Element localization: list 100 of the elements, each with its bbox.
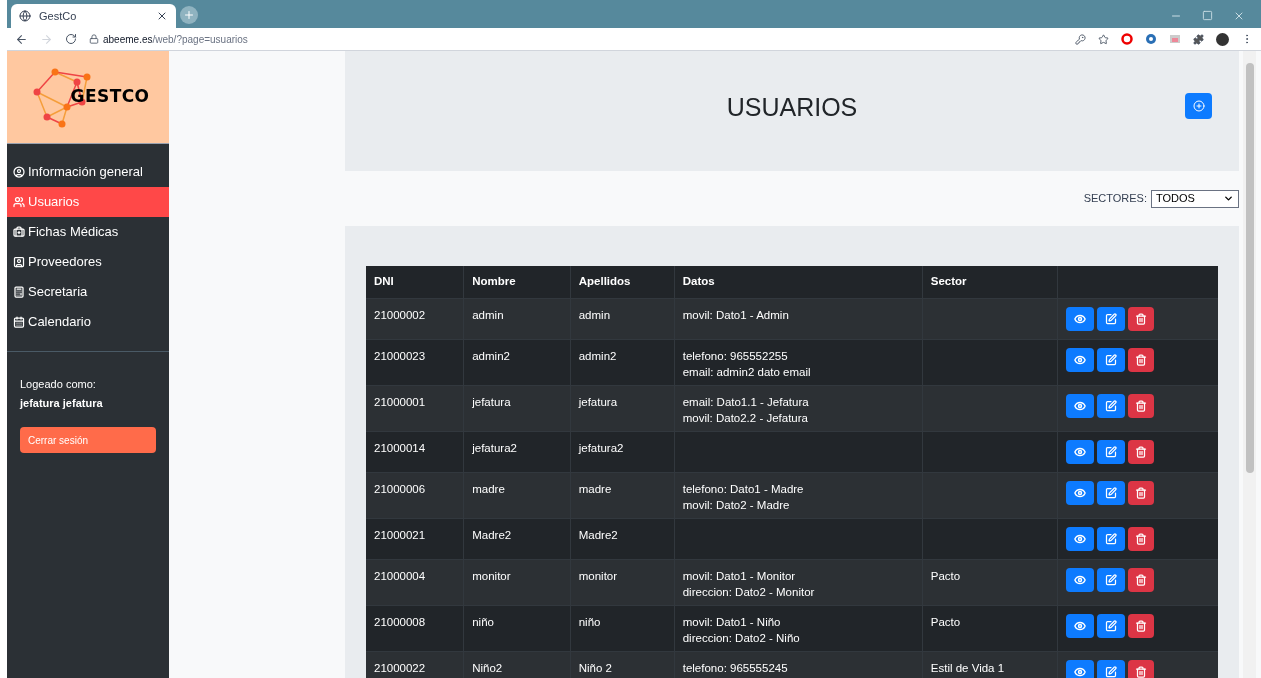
edit-icon [1105, 445, 1118, 458]
data-line: direccion: Dato2 - Monitor [682, 584, 816, 600]
sector-select[interactable]: TODOS [1151, 189, 1239, 208]
edit-icon [1105, 619, 1118, 632]
table-cell: jefatura [578, 395, 618, 408]
filter-label: SECTORES: [1083, 191, 1147, 207]
star-icon[interactable] [1098, 33, 1109, 45]
edit-icon [1105, 573, 1118, 586]
edit-button[interactable] [1097, 567, 1126, 592]
table-cell: 21000008 [374, 615, 426, 628]
table-cell: admin2 [578, 349, 617, 362]
delete-button[interactable] [1128, 567, 1155, 592]
avatar-icon[interactable] [1216, 32, 1229, 46]
data-line: telefono: Dato1 - Madre [682, 481, 805, 497]
table-cell: niño [472, 615, 494, 628]
ring-icon[interactable] [1121, 33, 1133, 45]
puzzle-icon[interactable] [1193, 33, 1204, 45]
data-line: email: Dato1.1 - Jefatura [682, 394, 810, 410]
edit-button[interactable] [1097, 526, 1126, 551]
reload-icon[interactable] [65, 33, 77, 45]
trash-icon [1135, 445, 1148, 458]
delete-button[interactable] [1128, 526, 1155, 551]
edit-icon [1105, 312, 1118, 325]
lock-icon [89, 34, 99, 44]
view-button[interactable] [1066, 480, 1095, 505]
key-icon[interactable] [1075, 33, 1086, 45]
view-button[interactable] [1066, 659, 1095, 678]
back-icon[interactable] [15, 32, 28, 46]
trash-icon [1135, 573, 1148, 586]
table-cell: 21000021 [374, 528, 426, 541]
delete-button[interactable] [1128, 613, 1155, 638]
page-title: USUARIOS [726, 92, 858, 124]
globe-icon [19, 10, 31, 22]
trash-icon [1135, 619, 1148, 632]
edit-button[interactable] [1097, 480, 1126, 505]
table-cell: jefatura2 [472, 441, 517, 454]
nav-item[interactable]: Fichas Médicas [7, 217, 169, 247]
view-button[interactable] [1066, 347, 1095, 372]
edit-button[interactable] [1097, 659, 1126, 678]
view-button[interactable] [1066, 439, 1095, 464]
data-line: movil: Dato2 - Madre [682, 497, 791, 513]
trash-icon [1135, 486, 1148, 499]
table-cell: 21000006 [374, 482, 426, 495]
new-tab-button[interactable] [180, 6, 198, 24]
delete-button[interactable] [1128, 306, 1155, 331]
table-cell: Niño 2 [578, 661, 612, 674]
eye-icon [1074, 445, 1087, 458]
edit-icon [1105, 665, 1118, 678]
tab-title: GestCo [39, 8, 78, 24]
nav-item[interactable]: Proveedores [7, 247, 169, 277]
edit-button[interactable] [1097, 393, 1126, 418]
plus-icon [1192, 100, 1205, 112]
eye-icon [1074, 573, 1087, 586]
browser-tab[interactable]: GestCo [11, 4, 176, 28]
url-field[interactable]: abeeme.es/web/?page=usuarios [89, 31, 1063, 47]
table-cell: monitor [578, 569, 618, 582]
view-button[interactable] [1066, 567, 1095, 592]
nav-item[interactable]: Información general [7, 157, 169, 187]
nav-item[interactable]: Calendario [7, 307, 169, 337]
edit-icon [1105, 353, 1118, 366]
table-cell: Madre2 [472, 528, 512, 541]
table-cell: Niño2 [472, 661, 503, 674]
table-cell: jefatura [472, 395, 511, 408]
data-line: telefono: 965555245 [682, 660, 789, 676]
trash-icon [1135, 353, 1148, 366]
view-button[interactable] [1066, 526, 1095, 551]
view-button[interactable] [1066, 306, 1095, 331]
nav-item[interactable]: Secretaria [7, 277, 169, 307]
edit-button[interactable] [1097, 439, 1126, 464]
data-line: movil: Dato1 - Niño [682, 614, 782, 630]
add-button[interactable] [1185, 93, 1212, 119]
delete-button[interactable] [1128, 439, 1155, 464]
delete-button[interactable] [1128, 347, 1155, 372]
table-cell: admin [472, 308, 504, 321]
contact-card-icon [13, 256, 25, 268]
data-line: movil: Dato1 - Monitor [682, 568, 797, 584]
trash-icon [1135, 399, 1148, 412]
view-button[interactable] [1066, 613, 1095, 638]
data-line: telefono: 965552255 [682, 348, 789, 364]
delete-button[interactable] [1128, 659, 1155, 678]
users-icon [13, 196, 25, 208]
delete-button[interactable] [1128, 480, 1155, 505]
circle-icon[interactable] [1145, 33, 1157, 45]
edit-button[interactable] [1097, 613, 1126, 638]
table-cell: 21000022 [374, 661, 426, 674]
trash-icon [1135, 532, 1148, 545]
table-cell: 21000001 [374, 395, 426, 408]
edit-button[interactable] [1097, 306, 1126, 331]
table-cell: admin [578, 308, 611, 321]
trash-icon [1135, 665, 1148, 678]
eye-icon [1074, 619, 1087, 632]
table-cell: 21000002 [374, 308, 426, 321]
edit-button[interactable] [1097, 347, 1126, 372]
delete-button[interactable] [1128, 393, 1155, 418]
table-cell: niño [578, 615, 601, 628]
data-line: movil: Dato2.2 - Jefatura [682, 410, 809, 426]
close-icon[interactable] [156, 10, 168, 22]
view-button[interactable] [1066, 393, 1095, 418]
edit-icon [1105, 532, 1118, 545]
eye-icon [1074, 532, 1087, 545]
